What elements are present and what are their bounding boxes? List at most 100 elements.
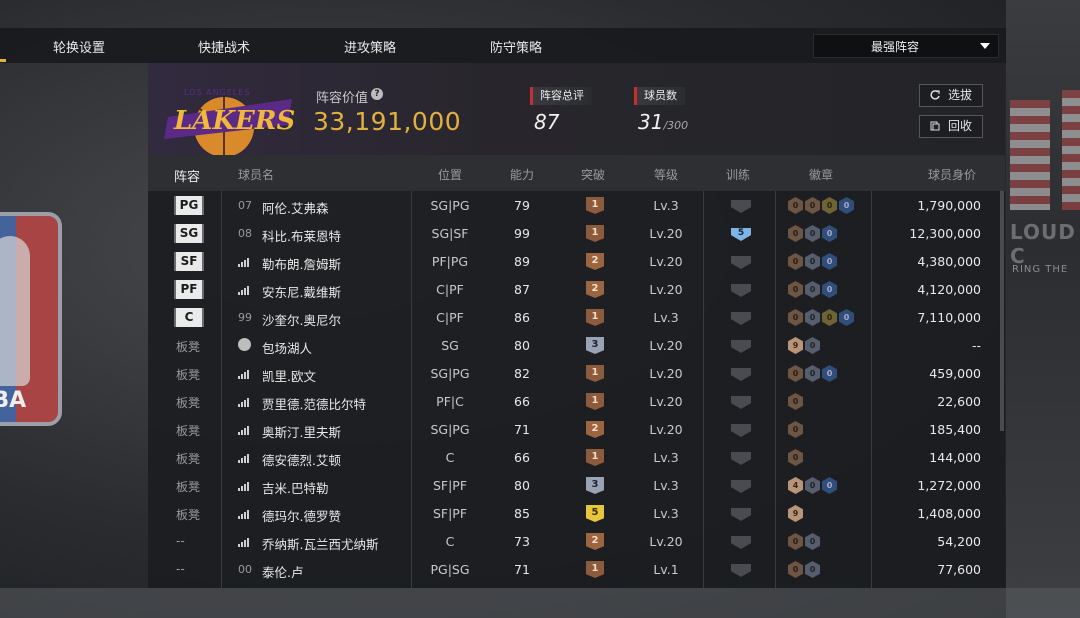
table-row[interactable]: SG 08 科比.布莱恩特 SG|SF 99 1 Lv.20 5 0 0 0 12,300,000 [148,220,1005,248]
player-position: C|PF [436,282,464,297]
col-player-value[interactable]: 球员身价 [928,166,976,183]
table-row[interactable]: PG 07 阿伦.艾弗森 SG|PG 79 1 Lv.3 0 0 0 0 1,790,000 [148,192,1005,220]
col-training[interactable]: 训练 [726,166,750,183]
player-name[interactable]: 科比.布莱恩特 [262,226,341,245]
player-rating: 82 [514,366,530,381]
badge-icon[interactable]: 0 [839,309,854,326]
training-icon[interactable] [731,368,751,381]
table-row[interactable]: -- 乔纳斯.瓦兰西尤纳斯 C 73 2 Lv.20 0 0 54,200 [148,528,1005,556]
player-name[interactable]: 奥斯汀.里夫斯 [262,422,341,441]
training-icon[interactable] [731,340,751,353]
training-icon[interactable]: 5 [731,228,751,241]
badge-icon[interactable]: 0 [805,309,820,326]
badge-icon[interactable]: 4 [788,477,803,494]
tab-defense-strategy[interactable]: 防守策略 [490,37,542,56]
table-row[interactable]: 板凳 奥斯汀.里夫斯 SG|PG 71 2 Lv.20 0 185,400 [148,416,1005,444]
player-name[interactable]: 德玛尔.德罗赞 [262,506,341,525]
player-name[interactable]: 乔纳斯.瓦兰西尤纳斯 [262,534,378,553]
lineup-value-label: 阵容价值 [316,91,369,106]
badge-icon[interactable]: 0 [822,197,837,214]
table-row[interactable]: 板凳 包场湖人 SG 80 3 Lv.20 9 0 -- [148,332,1005,360]
badge-icon[interactable]: 0 [788,561,803,578]
table-row[interactable]: -- 00 泰伦.卢 PG|SG 71 1 Lv.1 0 0 77,600 [148,556,1005,584]
player-name[interactable]: 勒布朗.詹姆斯 [262,254,341,273]
table-row[interactable]: 板凳 凯里.欧文 SG|PG 82 1 Lv.20 0 0 0 459,000 [148,360,1005,388]
badge-icon[interactable]: 0 [822,365,837,382]
pick-button[interactable]: 选拔 [919,84,983,107]
badge-icon[interactable]: 9 [788,337,803,354]
table-row[interactable]: SF 勒布朗.詹姆斯 PF|PG 89 2 Lv.20 0 0 0 4,380,000 [148,248,1005,276]
player-name[interactable]: 安东尼.戴维斯 [262,282,341,301]
lineup-select[interactable]: 最强阵容 [813,34,999,58]
signal-bars-icon [238,369,252,379]
tab-offense-strategy[interactable]: 进攻策略 [344,37,396,56]
table-row[interactable]: C 99 沙奎尔.奥尼尔 C|PF 86 1 Lv.3 0 0 0 0 7,110,000 [148,304,1005,332]
badge-icon[interactable]: 0 [788,365,803,382]
recycle-button[interactable]: 回收 [919,115,983,138]
player-name[interactable]: 凯里.欧文 [262,366,316,385]
col-breakthrough[interactable]: 突破 [581,166,605,183]
col-lineup[interactable]: 阵容 [174,166,200,185]
badge-icon[interactable]: 0 [822,281,837,298]
player-name[interactable]: 泰伦.卢 [262,562,303,581]
player-name[interactable]: 贾里德.范德比尔特 [262,394,366,413]
badge-icon[interactable]: 0 [788,449,803,466]
badge-icon[interactable]: 0 [788,533,803,550]
player-name[interactable]: 吉米.巴特勒 [262,478,328,497]
badge-icon[interactable]: 0 [822,477,837,494]
badge-icon[interactable]: 0 [805,225,820,242]
badge-icon[interactable]: 0 [805,281,820,298]
table-scrollbar[interactable] [1000,191,1004,431]
badge-icon[interactable]: 0 [805,533,820,550]
badge-icon[interactable]: 0 [788,421,803,438]
badge-icon[interactable]: 0 [788,281,803,298]
player-name[interactable]: 包场湖人 [262,338,312,357]
table-row[interactable]: 板凳 德玛尔.德罗赞 SF|PF 85 5 Lv.3 9 1,408,000 [148,500,1005,528]
badge-icon[interactable]: 0 [805,337,820,354]
table-row[interactable]: 板凳 吉米.巴特勒 SF|PF 80 3 Lv.3 4 0 0 1,272,000 [148,472,1005,500]
col-name[interactable]: 球员名 [238,166,274,183]
training-icon[interactable] [731,396,751,409]
badge-icon[interactable]: 0 [805,197,820,214]
badge-icon[interactable]: 0 [788,309,803,326]
signal-bar [238,432,240,435]
badge-icon[interactable]: 0 [805,253,820,270]
col-badges[interactable]: 徽章 [809,166,833,183]
badge-icon[interactable]: 0 [822,309,837,326]
badge-slots: 9 [788,505,805,523]
training-icon[interactable] [731,508,751,521]
training-icon[interactable] [731,452,751,465]
badge-icon[interactable]: 0 [822,225,837,242]
badge-icon[interactable]: 0 [788,253,803,270]
badge-icon[interactable]: 9 [788,505,803,522]
tab-quick-tactics[interactable]: 快捷战术 [198,37,250,56]
training-icon[interactable] [731,424,751,437]
training-icon[interactable] [731,564,751,577]
badge-icon[interactable]: 0 [788,225,803,242]
player-name[interactable]: 阿伦.艾弗森 [262,198,328,217]
tab-rotation[interactable]: 轮换设置 [53,37,105,56]
badge-icon[interactable]: 0 [822,253,837,270]
badge-icon[interactable]: 0 [839,197,854,214]
training-icon[interactable] [731,256,751,269]
badge-icon[interactable]: 0 [805,477,820,494]
col-level[interactable]: 等级 [654,166,678,183]
col-rating[interactable]: 能力 [510,166,534,183]
training-icon[interactable] [731,200,751,213]
table-row[interactable]: 板凳 贾里德.范德比尔特 PF|C 66 1 Lv.20 0 22,600 [148,388,1005,416]
badge-icon[interactable]: 0 [788,197,803,214]
badge-icon[interactable]: 0 [788,393,803,410]
training-icon[interactable] [731,312,751,325]
training-icon[interactable] [731,480,751,493]
signal-bar [244,456,246,463]
badge-icon[interactable]: 0 [805,365,820,382]
help-icon[interactable]: ? [371,88,383,100]
player-name[interactable]: 德安德烈.艾顿 [262,450,341,469]
training-icon[interactable] [731,536,751,549]
col-position[interactable]: 位置 [438,166,462,183]
player-name[interactable]: 沙奎尔.奥尼尔 [262,310,341,329]
training-icon[interactable] [731,284,751,297]
table-row[interactable]: PF 安东尼.戴维斯 C|PF 87 2 Lv.20 0 0 0 4,120,000 [148,276,1005,304]
table-row[interactable]: 板凳 德安德烈.艾顿 C 66 1 Lv.3 0 144,000 [148,444,1005,472]
badge-icon[interactable]: 0 [805,561,820,578]
